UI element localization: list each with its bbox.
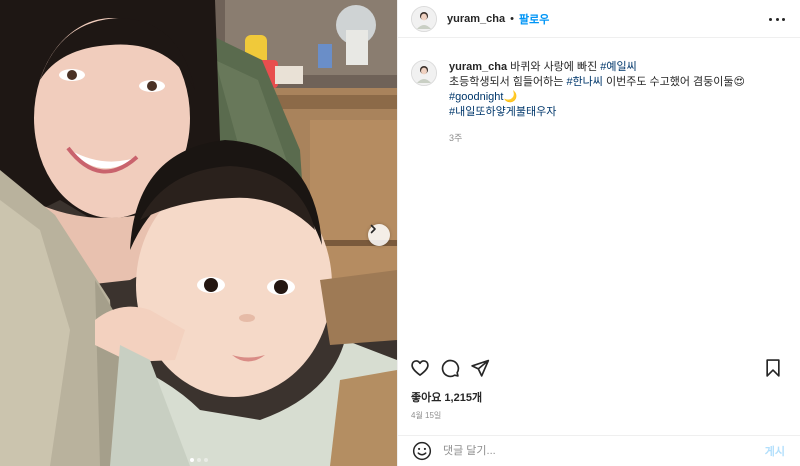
caption-text-part: 이번주도 수고했어 겸둥이둘😍 (602, 76, 745, 88)
avatar-image (412, 6, 436, 31)
post-comment-button[interactable]: 게시 (765, 443, 785, 459)
comment-icon (441, 359, 460, 378)
header-separator: • (510, 12, 514, 25)
carousel-dot (189, 458, 194, 462)
caption: yuram_cha 바퀴와 사랑에 빠진 #예일씨 초등학생되서 힘들어하는 #… (411, 60, 788, 146)
emoji-button[interactable] (411, 440, 433, 462)
share-button[interactable] (469, 357, 491, 379)
avatar-image (412, 61, 436, 85)
carousel-dot (196, 458, 201, 462)
post-details-panel: yuram_cha • 팔로우 yuram_cha 바퀴와 사랑에 빠진 #예일… (397, 0, 800, 466)
photo-illustration (0, 0, 397, 466)
post-photo[interactable] (0, 0, 397, 466)
caption-username[interactable]: yuram_cha (449, 61, 507, 73)
caption-text: yuram_cha 바퀴와 사랑에 빠진 #예일씨 초등학생되서 힘들어하는 #… (449, 60, 779, 146)
carousel-next-button[interactable] (368, 224, 390, 246)
save-button[interactable] (762, 357, 784, 379)
moon-emoji: 🌙 (503, 91, 518, 103)
follow-button[interactable]: 팔로우 (519, 11, 549, 27)
caption-text-part: 바퀴와 사랑에 빠진 (510, 61, 601, 73)
share-icon (471, 359, 490, 377)
hashtag-link[interactable]: #goodnight (449, 91, 503, 103)
hashtag-link[interactable]: #한나씨 (566, 76, 602, 88)
avatar[interactable] (411, 5, 437, 32)
bookmark-icon (766, 359, 780, 377)
likes-count[interactable]: 좋아요 1,215개 (411, 389, 482, 405)
header-username[interactable]: yuram_cha (447, 13, 505, 25)
carousel-dot (203, 458, 208, 462)
post-header: yuram_cha • 팔로우 (398, 0, 800, 38)
caption-time[interactable]: 3주 (449, 131, 779, 146)
comment-button[interactable] (439, 357, 461, 379)
smile-icon (412, 441, 432, 461)
post-date[interactable]: 4월 15일 (411, 410, 441, 421)
caption-avatar[interactable] (411, 60, 437, 86)
action-bar (398, 353, 800, 383)
comments-area: yuram_cha 바퀴와 사랑에 빠진 #예일씨 초등학생되서 힘들어하는 #… (398, 38, 800, 353)
comment-input[interactable] (443, 445, 765, 457)
post-modal: yuram_cha • 팔로우 yuram_cha 바퀴와 사랑에 빠진 #예일… (0, 0, 800, 466)
chevron-right-icon (370, 224, 376, 234)
like-button[interactable] (409, 357, 431, 379)
hashtag-link[interactable]: #예일씨 (600, 61, 636, 73)
more-options-icon[interactable] (769, 12, 785, 26)
caption-text-part: 초등학생되서 힘들어하는 (449, 76, 567, 88)
carousel-indicator (0, 458, 397, 462)
hashtag-link[interactable]: #내일또하얗게불태우자 (449, 106, 556, 118)
comment-form: 게시 (398, 435, 800, 466)
heart-icon (411, 360, 429, 376)
